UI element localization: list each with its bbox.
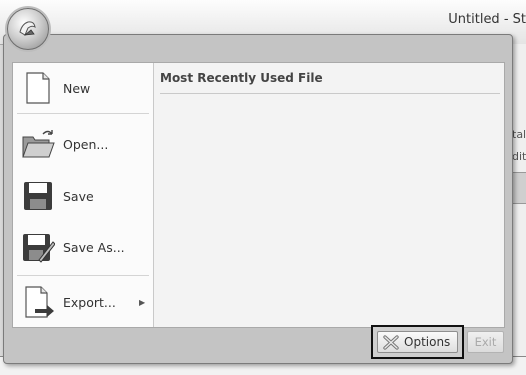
mru-separator [160,93,500,94]
save-as-icon [21,230,56,264]
submenu-arrow-icon: ▶ [139,297,146,307]
new-document-icon [21,71,55,105]
menu-item-save[interactable]: Save [13,171,153,221]
ribbon-label-fragment-1: tal [512,128,526,141]
floppy-disk-icon [21,179,55,213]
application-orb-button[interactable] [7,8,49,50]
options-button[interactable]: Options [377,331,458,353]
menu-item-label: Open... [63,136,109,152]
menu-item-save-as[interactable]: Save As... [13,222,153,272]
options-button-label: Options [404,335,451,349]
menu-item-new[interactable]: New [13,63,153,113]
menu-item-label: Save As... [63,239,125,255]
window-title: Untitled - St [448,12,526,27]
menu-item-label: Save [63,188,94,204]
orb-emblem-icon [19,21,36,36]
application-menu: New Open... Save Save As... Export... ▶ … [3,34,513,364]
options-x-icon [383,335,399,353]
exit-button[interactable]: Exit [467,331,504,353]
command-list: New Open... Save Save As... Export... ▶ [13,63,154,327]
mru-heading: Most Recently Used File [160,71,323,85]
menu-item-open[interactable]: Open... [13,119,153,169]
open-folder-icon [21,127,55,161]
menu-separator [17,113,149,114]
menu-separator [17,275,149,276]
export-icon [21,285,55,319]
menu-content-area: New Open... Save Save As... Export... ▶ … [12,62,505,328]
menu-item-label: Export... [63,294,116,310]
menu-item-export[interactable]: Export... ▶ [13,277,153,327]
ribbon-label-fragment-2: dit [512,150,526,163]
menu-item-label: New [63,80,91,96]
